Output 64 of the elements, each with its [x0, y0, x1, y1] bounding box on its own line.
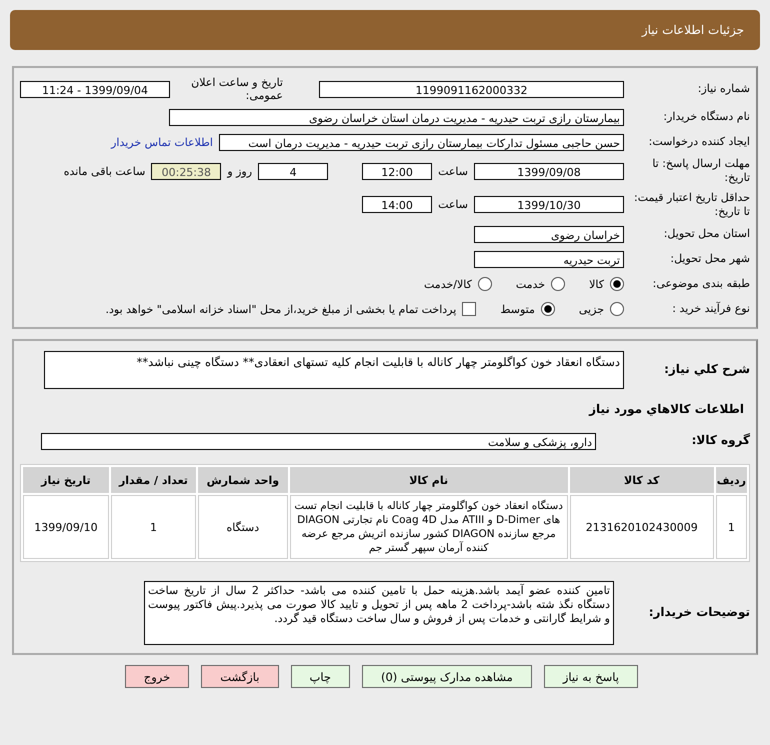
validity-time-field: 14:00 [362, 196, 432, 214]
action-button[interactable]: پاسخ به نیاز [544, 665, 638, 688]
column-header: واحد شمارش [198, 467, 288, 494]
field-label: روز و [227, 164, 252, 178]
field-label: نوع فرآیند خرید : [671, 302, 750, 316]
checkbox[interactable] [462, 302, 476, 316]
deadline-date-field: 1399/09/08 [474, 162, 624, 180]
buyer-field: بیمارستان رازی تربت حیدریه - مدیریت درمان استان خراسان رضوی [169, 108, 624, 126]
table-cell: 2131620102430009 [570, 495, 714, 560]
table-cell: 1399/09/10 [23, 495, 109, 560]
field-label: ساعت [438, 164, 468, 178]
creator-field: حسن حاجبی مسئول تدارکات بیمارستان رازی تربت حیدریه - مدیریت درمان است [219, 134, 624, 150]
field-label: طبقه بندی موضوعی: [652, 277, 750, 292]
column-header: ردیف [716, 467, 747, 494]
field-label: شماره نیاز: [696, 82, 750, 96]
need-number-field: 1199091162000332 [319, 80, 624, 98]
field-label: مهلت ارسال پاسخ: تا تاریخ: [651, 157, 750, 186]
field-label: استان محل تحویل: [662, 227, 750, 242]
goods-group-field: دارو، پزشکی و سلامت [41, 432, 596, 450]
radio-label: کالا [589, 278, 604, 291]
radio-label: خدمت [516, 278, 546, 291]
page-title: جزئیات اطلاعات نیاز [642, 23, 744, 37]
field-label: تاریخ و ساعت اعلان عمومی: [190, 76, 283, 102]
radio-button[interactable] [610, 302, 624, 316]
radio-label: کالا/خدمت [424, 278, 472, 291]
table-cell: دستگاه انعقاد خون کواگلومتر چهار کاناله با قابلیت انجام تست های D-Dimer و ATIII مدل Coag 4D نام تجارتی DIAGON مرجع سازنده DIAGON کشور سازنده اتریش مرجع عرضه کننده آرمان سپهر گستر جم [290, 495, 568, 560]
column-header: تعداد / مقدار [110, 467, 196, 494]
field-label: گروه کالا: [690, 433, 750, 449]
field-label: ساعت [438, 198, 468, 212]
province-field: خراسان رضوی [474, 226, 624, 243]
field-label: حداقل تاریخ اعتبار قیمت: تا تاریخ: [633, 190, 750, 220]
description-field: دستگاه انعقاد خون کواگلومتر چهار کاناله با قابلیت انجام کلیه تستهای انعقادی** دستگاه چینی نباشد** [44, 351, 624, 390]
radio-button[interactable] [540, 302, 555, 316]
radio-label: جزیی [578, 302, 604, 316]
action-button[interactable]: چاپ [290, 665, 350, 688]
contact-link[interactable]: اطلاعات تماس خریدار [111, 136, 213, 148]
table-cell: دستگاه [198, 495, 288, 560]
radio-label: متوسط [500, 302, 535, 316]
table-cell: 1 [110, 495, 196, 560]
deadline-time-field: 12:00 [362, 162, 432, 180]
table-cell: 1 [716, 495, 747, 560]
field-label: شرح کلي نياز: [663, 362, 750, 378]
field-label: شهر محل تحویل: [669, 252, 750, 266]
action-button[interactable]: خروج [124, 665, 190, 688]
field-label: ساعت باقی مانده [64, 164, 146, 178]
column-header: کد کالا [570, 467, 714, 494]
action-button[interactable]: بازگشت [201, 665, 278, 688]
field-label: توضیحات خریدار: [648, 605, 750, 621]
city-field: تربت حیدریه [474, 250, 624, 268]
radio-button[interactable] [478, 277, 492, 292]
announce-date-field: 1399/09/04 - 11:24 [20, 80, 170, 98]
validity-date-field: 1399/10/30 [474, 196, 624, 214]
field-label: نام دستگاه خریدار: [662, 110, 750, 124]
field-label: ایجاد کننده درخواست: [648, 134, 750, 150]
radio-button[interactable] [610, 277, 624, 292]
radio-button[interactable] [551, 277, 566, 292]
days-field: 4 [258, 162, 328, 180]
checkbox-label: پرداخت تمام یا بخشی از مبلغ خرید،از محل "اسناد خزانه اسلامی" خواهد بود. [106, 302, 456, 316]
remaining-time-field: 00:25:38 [151, 162, 222, 180]
section-title: اطلاعات کالاهاي مورد نياز [588, 402, 744, 416]
column-header: تاریخ نیاز [23, 467, 109, 494]
buyer-notes-field: تامین کننده عضو آیمد باشد.هزینه حمل با تامین کننده می باشد- حداکثر 2 سال از تاریخ ساخت دستگاه نگذ شته باشد-پرداخت 2 ماهه پس از تحویل و تایید کالا صورت می پذیرد.پیش فاکتور پیوست و شرایط گارانتی و خدمات پس از فروش و سال ساخت دستگاه قید گردد. [144, 581, 614, 646]
column-header: نام کالا [290, 467, 568, 494]
action-button[interactable]: مشاهده مدارک پیوستی (0) [362, 665, 532, 688]
